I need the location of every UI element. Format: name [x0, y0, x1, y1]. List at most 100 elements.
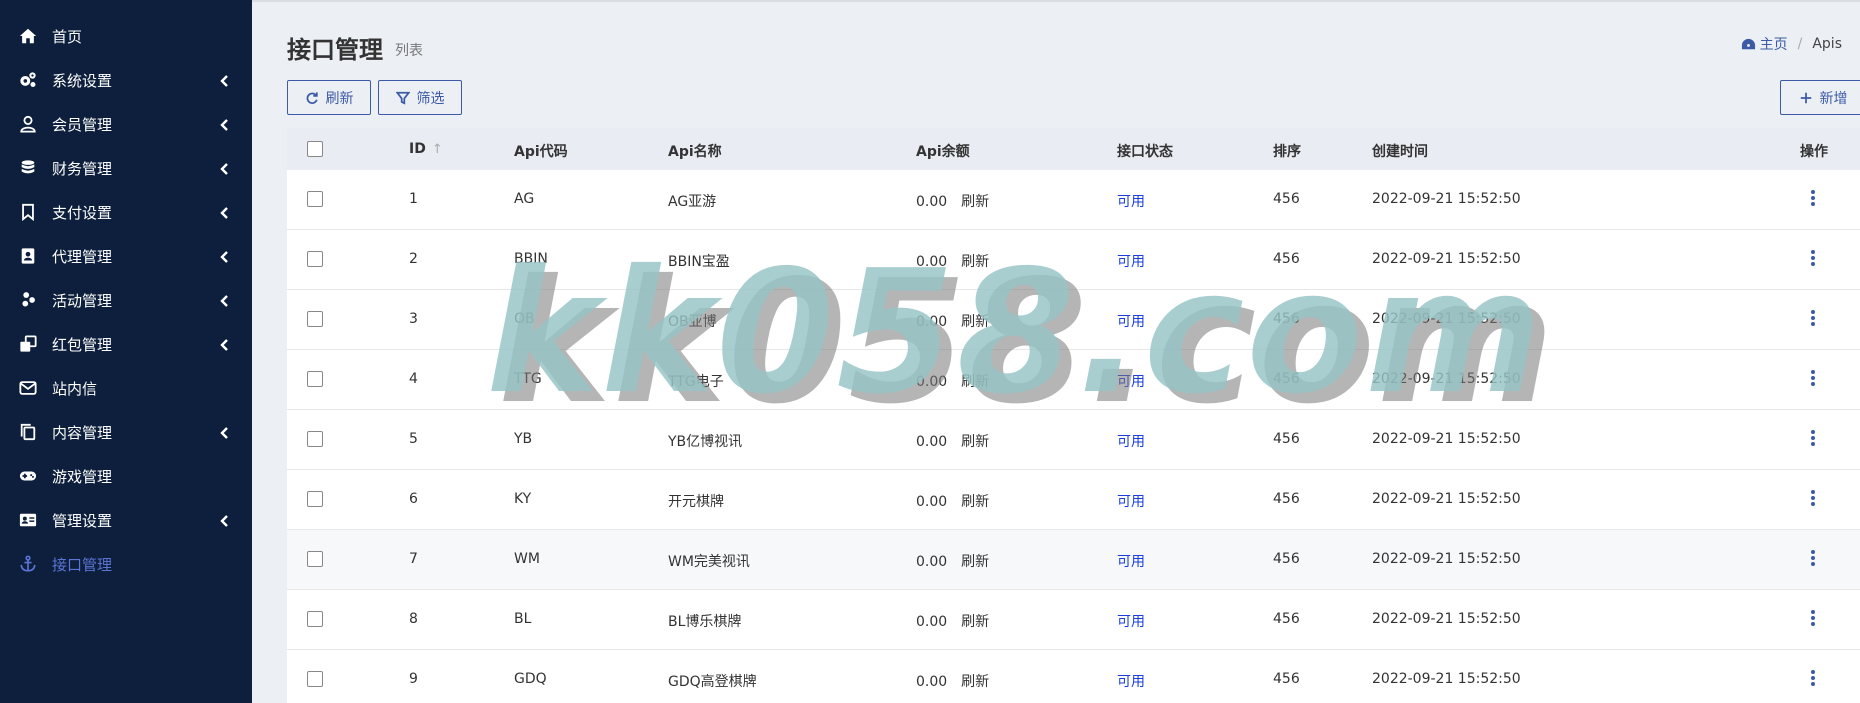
row-actions-menu-icon[interactable]	[1810, 190, 1816, 208]
row-checkbox[interactable]	[307, 311, 323, 327]
cell-code: BL	[514, 611, 532, 627]
row-checkbox[interactable]	[307, 491, 323, 507]
row-checkbox[interactable]	[307, 671, 323, 687]
breadcrumb-home-link[interactable]: 主页	[1760, 34, 1788, 54]
row-actions-menu-icon[interactable]	[1810, 490, 1816, 508]
balance-value: 0.00	[916, 374, 948, 390]
chevron-left-icon	[218, 337, 232, 351]
sidebar-item-agents[interactable]: 代理管理	[0, 234, 252, 278]
cell-id: 6	[409, 491, 418, 507]
filter-button[interactable]: 筛选	[378, 80, 462, 115]
new-button[interactable]: 新增	[1780, 80, 1860, 115]
cell-status: 可用	[1117, 254, 1145, 270]
cell-status: 可用	[1117, 194, 1145, 210]
row-checkbox[interactable]	[307, 251, 323, 267]
cell-created: 2022-09-21 15:52:50	[1372, 431, 1521, 447]
balance-refresh-link[interactable]: 刷新	[961, 494, 989, 510]
cell-code: BBIN	[514, 251, 548, 267]
balance-value: 0.00	[916, 674, 948, 690]
main-content: 接口管理 列表 主页 / Apis 刷新 筛选 新增 ID ↑ Api代码 Api…	[252, 0, 1860, 703]
balance-refresh-link[interactable]: 刷新	[961, 434, 989, 450]
balance-refresh-link[interactable]: 刷新	[961, 674, 989, 690]
sidebar-item-members[interactable]: 会员管理	[0, 102, 252, 146]
cell-sort: 456	[1273, 611, 1300, 627]
cell-code: TTG	[514, 371, 542, 387]
column-header-status: 接口状态	[1117, 144, 1173, 160]
cell-balance: 0.00 刷新	[916, 551, 989, 571]
row-actions-menu-icon[interactable]	[1810, 550, 1816, 568]
cell-code: GDQ	[514, 671, 547, 687]
user-icon	[18, 114, 38, 134]
sidebar-item-content[interactable]: 内容管理	[0, 410, 252, 454]
row-actions-menu-icon[interactable]	[1810, 370, 1816, 388]
refresh-icon	[306, 91, 318, 104]
row-actions-menu-icon[interactable]	[1810, 250, 1816, 268]
sidebar-item-label: 红包管理	[52, 335, 113, 354]
clone-icon	[18, 334, 38, 354]
balance-value: 0.00	[916, 314, 948, 330]
row-actions-menu-icon[interactable]	[1810, 310, 1816, 328]
cell-sort: 456	[1273, 431, 1300, 447]
sidebar-item-label: 财务管理	[52, 159, 113, 178]
select-all-checkbox[interactable]	[307, 141, 323, 157]
sidebar-item-finance[interactable]: 财务管理	[0, 146, 252, 190]
row-checkbox[interactable]	[307, 371, 323, 387]
row-checkbox[interactable]	[307, 551, 323, 567]
cell-balance: 0.00 刷新	[916, 371, 989, 391]
cell-status: 可用	[1117, 314, 1145, 330]
api-table: ID ↑ Api代码 Api名称 Api余额 接口状态 排序 创建时间 操作 1 A…	[287, 128, 1860, 703]
cell-balance: 0.00 刷新	[916, 311, 989, 331]
cell-id: 4	[409, 371, 418, 387]
row-checkbox[interactable]	[307, 191, 323, 207]
column-header-created: 创建时间	[1372, 144, 1428, 160]
row-actions-menu-icon[interactable]	[1810, 610, 1816, 628]
sidebar-item-activities[interactable]: 活动管理	[0, 278, 252, 322]
table-row: 7 WM WM完美视讯 0.00 刷新 可用 456 2022-09-21 15:52:50	[287, 530, 1860, 590]
sidebar-item-payment[interactable]: 支付设置	[0, 190, 252, 234]
anchor-icon	[18, 554, 38, 574]
cell-status: 可用	[1117, 674, 1145, 690]
sidebar-item-admin-settings[interactable]: 管理设置	[0, 498, 252, 542]
copy-icon	[18, 422, 38, 442]
sidebar-item-messages[interactable]: 站内信	[0, 366, 252, 410]
id-badge-icon	[18, 246, 38, 266]
sidebar-item-games[interactable]: 游戏管理	[0, 454, 252, 498]
balance-refresh-link[interactable]: 刷新	[961, 194, 989, 210]
cell-status: 可用	[1117, 434, 1145, 450]
column-header-id[interactable]: ID ↑	[409, 141, 443, 157]
sidebar-item-system-settings[interactable]: 系统设置	[0, 58, 252, 102]
chevron-left-icon	[218, 513, 232, 527]
refresh-button[interactable]: 刷新	[287, 80, 371, 115]
row-checkbox[interactable]	[307, 431, 323, 447]
cell-id: 7	[409, 551, 418, 567]
balance-refresh-link[interactable]: 刷新	[961, 374, 989, 390]
row-checkbox[interactable]	[307, 611, 323, 627]
cell-created: 2022-09-21 15:52:50	[1372, 671, 1521, 687]
cell-name: GDQ高登棋牌	[668, 674, 757, 690]
cell-code: WM	[514, 551, 540, 567]
sidebar-item-red-envelopes[interactable]: 红包管理	[0, 322, 252, 366]
table-row: 8 BL BL博乐棋牌 0.00 刷新 可用 456 2022-09-21 15:52:50	[287, 590, 1860, 650]
sidebar-item-label: 会员管理	[52, 115, 113, 134]
page-subtitle: 列表	[395, 43, 423, 59]
sidebar-item-api-management[interactable]: 接口管理	[0, 542, 252, 586]
balance-refresh-link[interactable]: 刷新	[961, 254, 989, 270]
cell-balance: 0.00 刷新	[916, 251, 989, 271]
table-row: 5 YB YB亿博视讯 0.00 刷新 可用 456 2022-09-21 15:52:50	[287, 410, 1860, 470]
cell-id: 9	[409, 671, 418, 687]
sidebar-item-label: 游戏管理	[52, 467, 113, 486]
sort-arrow-icon[interactable]: ↑	[432, 142, 443, 157]
column-header-balance: Api余额	[916, 144, 970, 160]
sidebar-item-home[interactable]: 首页	[0, 14, 252, 58]
chevron-left-icon	[218, 73, 232, 87]
balance-refresh-link[interactable]: 刷新	[961, 554, 989, 570]
cell-id: 8	[409, 611, 418, 627]
balance-refresh-link[interactable]: 刷新	[961, 614, 989, 630]
column-header-actions: 操作	[1800, 144, 1828, 160]
cell-balance: 0.00 刷新	[916, 191, 989, 211]
balance-refresh-link[interactable]: 刷新	[961, 314, 989, 330]
sidebar-item-label: 支付设置	[52, 203, 113, 222]
row-actions-menu-icon[interactable]	[1810, 430, 1816, 448]
row-actions-menu-icon[interactable]	[1810, 670, 1816, 688]
chevron-left-icon	[218, 293, 232, 307]
